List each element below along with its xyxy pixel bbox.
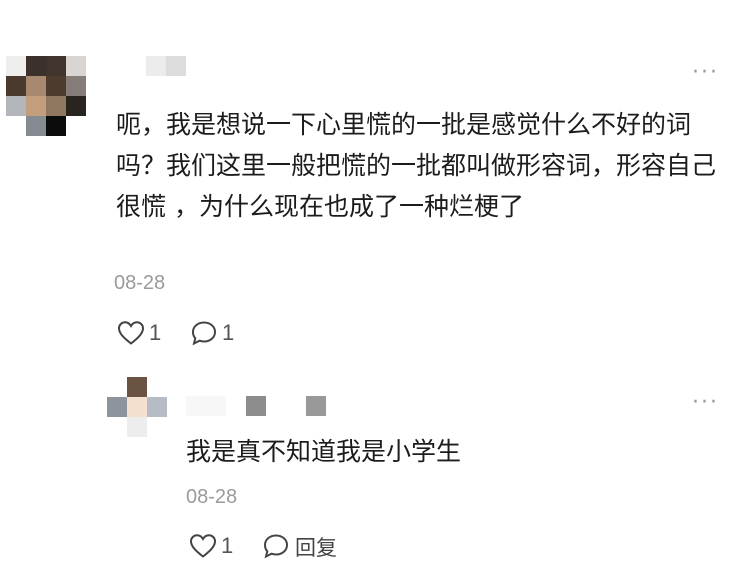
comment-text: 呃，我是想说一下心里慌的一批是感觉什么不好的词吗？我们这里一般把慌的一批都叫做形…	[116, 110, 717, 221]
reply-label: 回复	[295, 536, 337, 560]
commenter-name-blurred[interactable]	[146, 56, 186, 76]
replier-avatar[interactable]	[107, 377, 167, 437]
reply-text: 我是真不知道我是小学生	[186, 437, 462, 466]
reply-bubble-icon	[263, 534, 289, 559]
comment-bubble-icon[interactable]	[190, 320, 218, 346]
reply-date: 08-28	[186, 486, 238, 508]
comment-date: 08-28	[114, 272, 166, 294]
more-options-icon[interactable]: ···	[692, 62, 719, 84]
replier-name-blurred[interactable]	[186, 396, 326, 416]
reply-button[interactable]: 回复	[262, 531, 352, 561]
heart-icon[interactable]	[117, 320, 145, 346]
like-count: 1	[149, 320, 162, 345]
commenter-avatar[interactable]	[6, 56, 86, 136]
reply-like-count: 1	[221, 533, 234, 558]
comment-count: 1	[222, 320, 235, 345]
reply-more-options-icon[interactable]: ···	[692, 392, 719, 414]
reply-heart-icon[interactable]	[189, 533, 217, 559]
